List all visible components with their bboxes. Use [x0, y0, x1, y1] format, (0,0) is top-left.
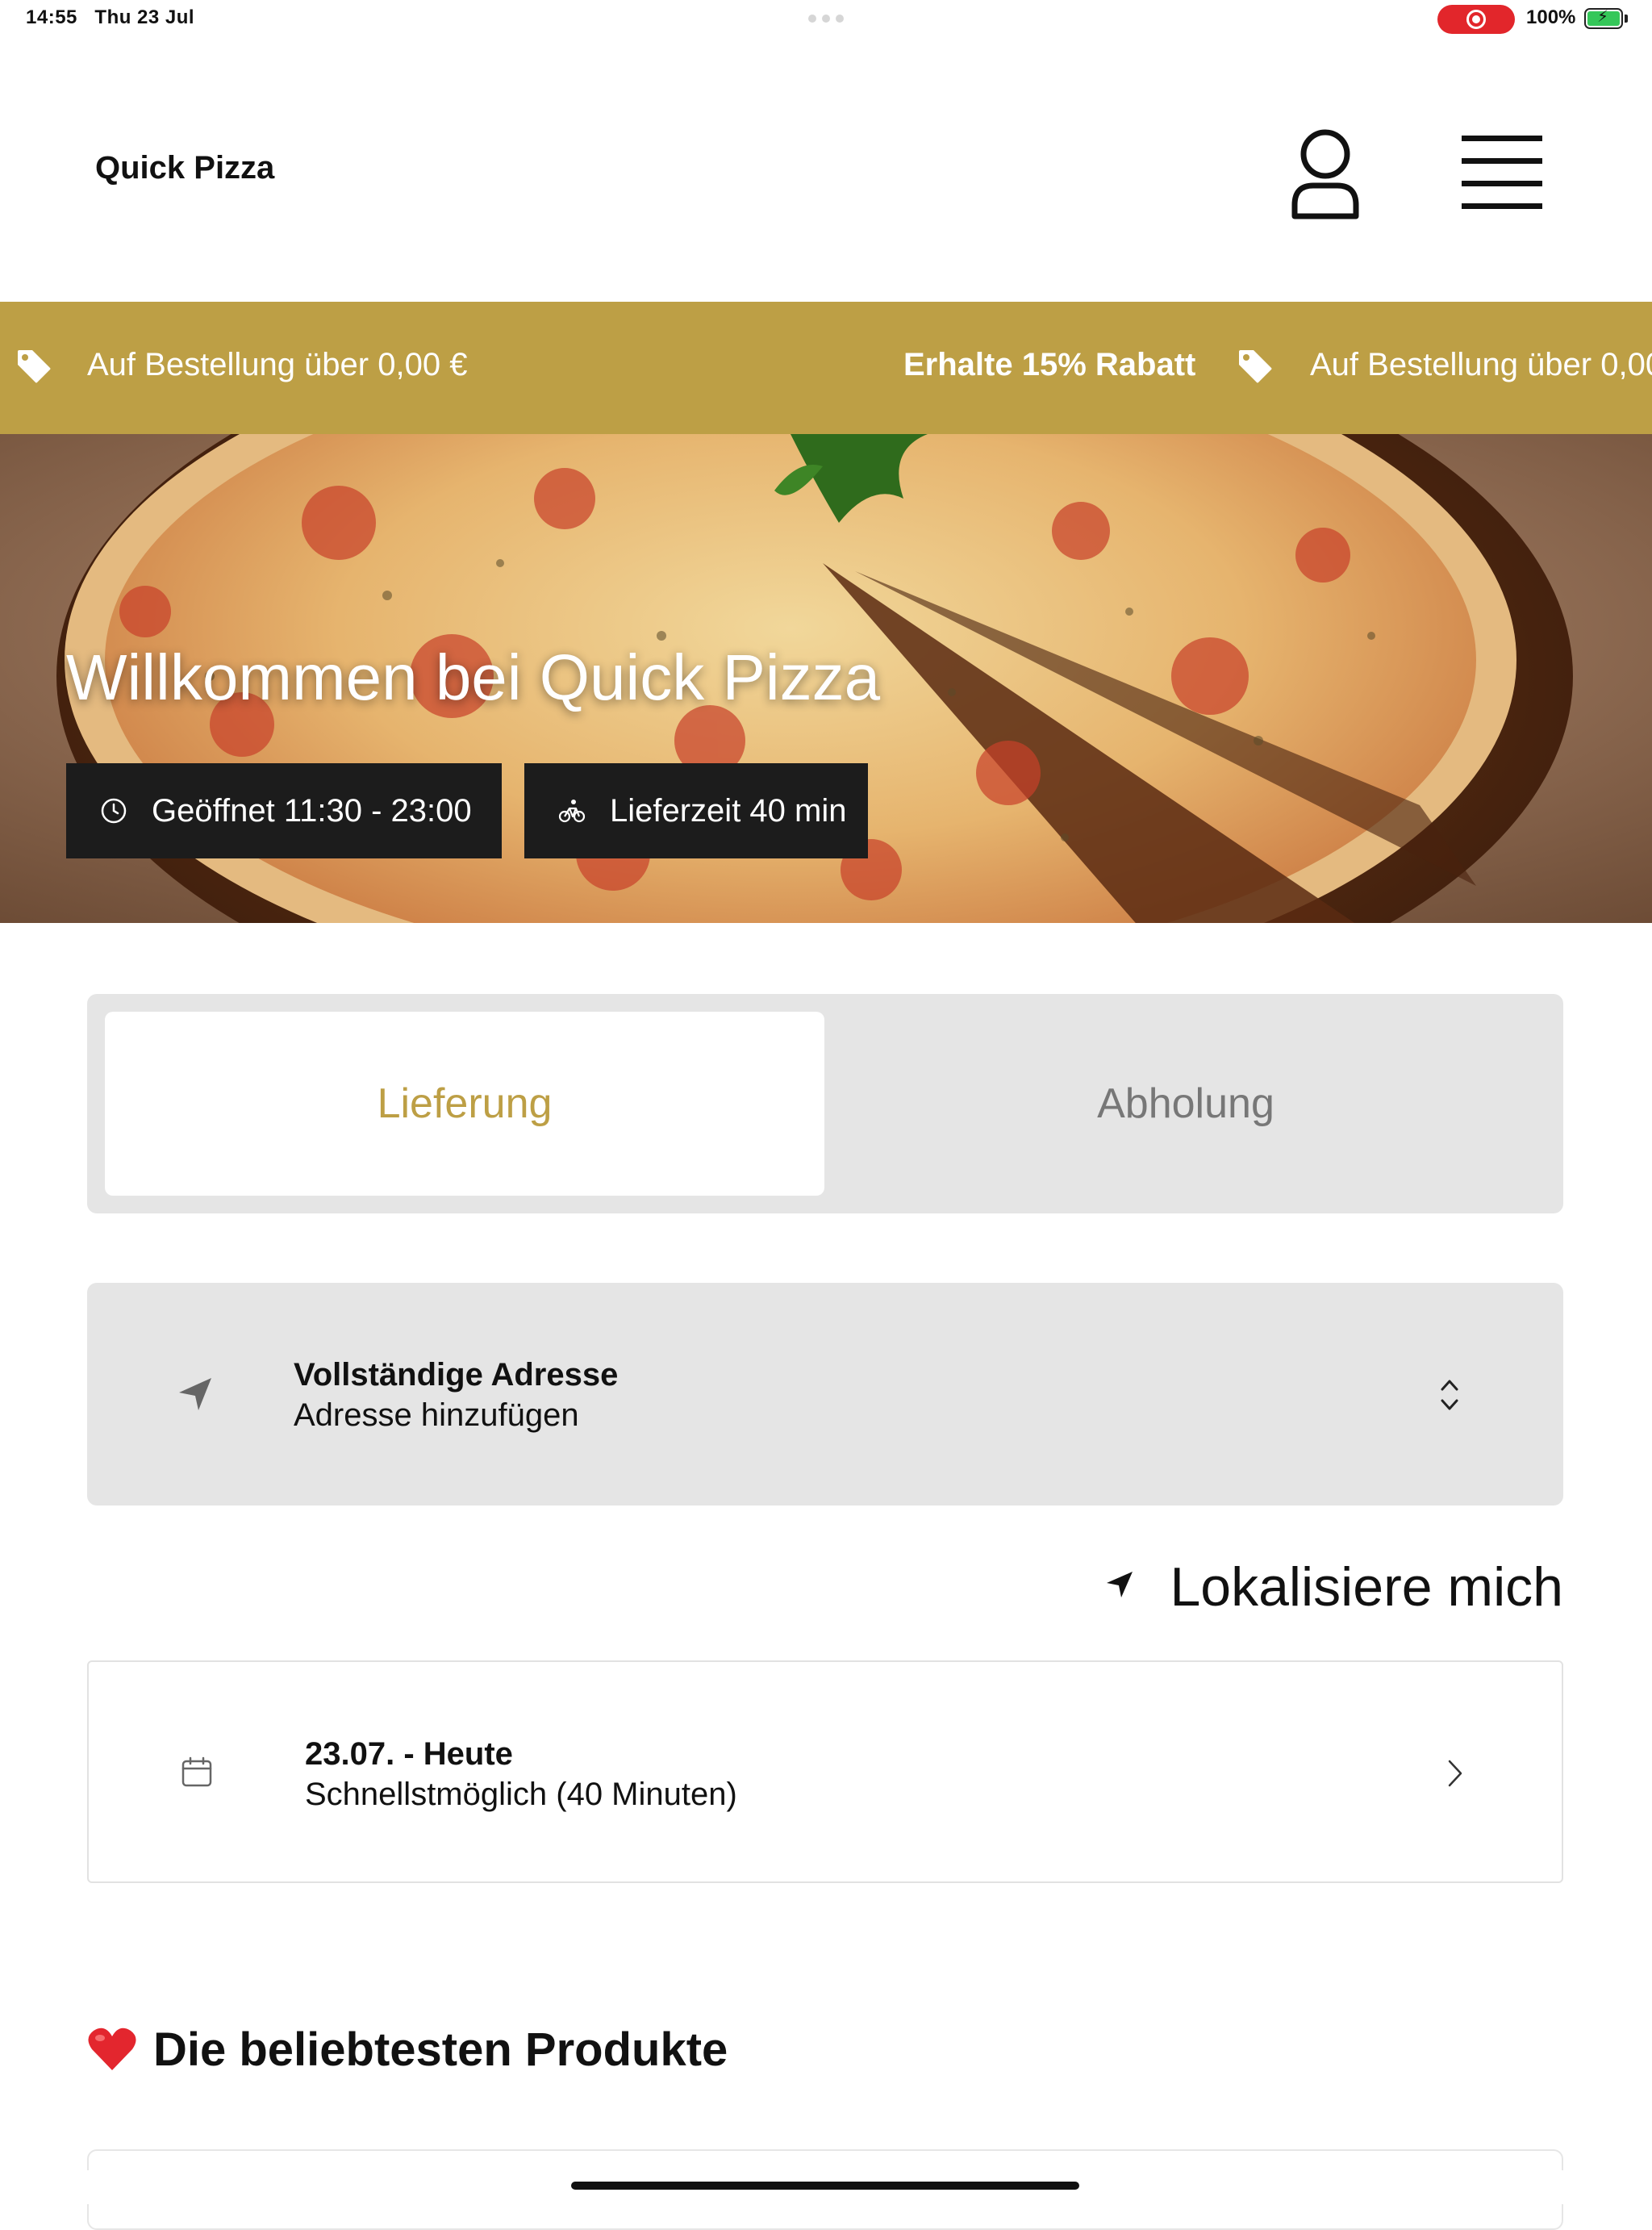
- home-indicator[interactable]: [571, 2182, 1079, 2190]
- address-placeholder: Adresse hinzufügen: [294, 1397, 579, 1433]
- multitasking-dots-icon[interactable]: [808, 15, 844, 23]
- delivery-date: 23.07. - Heute: [305, 1736, 513, 1772]
- locate-me-button[interactable]: Lokalisiere mich: [1105, 1549, 1563, 1622]
- app-header: Quick Pizza: [0, 39, 1652, 302]
- battery-icon: [1584, 6, 1623, 29]
- locate-me-label: Lokalisiere mich: [1170, 1556, 1563, 1618]
- status-bar: 14:55 Thu 23 Jul 100%: [0, 0, 1652, 39]
- delivery-time-text: Lieferzeit 40 min: [610, 792, 847, 829]
- delivery-time-badge: Lieferzeit 40 min: [524, 763, 868, 858]
- battery-percentage: 100%: [1526, 6, 1576, 28]
- hero-banner: Willkommen bei Quick Pizza Geöffnet 11:3…: [0, 434, 1652, 923]
- tag-icon: [1239, 350, 1272, 383]
- status-clock: 14:55: [26, 6, 77, 28]
- clock-icon: [101, 798, 127, 824]
- status-date: Thu 23 Jul: [94, 6, 195, 28]
- promo-banner: Auf Bestellung über 0,00 € Erhalte 15% R…: [0, 302, 1652, 434]
- bicycle-icon: [558, 800, 586, 823]
- delivery-time-option: Schnellstmöglich (40 Minuten): [305, 1777, 737, 1812]
- address-label: Vollständige Adresse: [294, 1357, 619, 1393]
- hero-title: Willkommen bei Quick Pizza: [66, 641, 881, 713]
- location-arrow-icon: [1107, 1572, 1133, 1597]
- status-time: 14:55 Thu 23 Jul: [26, 6, 194, 29]
- popular-products-heading: Die beliebtesten Produkte: [87, 2017, 728, 2082]
- hamburger-menu-icon[interactable]: [1462, 136, 1542, 213]
- calendar-icon: [181, 1756, 212, 1787]
- user-icon[interactable]: [1289, 129, 1362, 219]
- promo-highlight: Erhalte 15% Rabatt: [903, 347, 1196, 382]
- address-selector[interactable]: Vollständige Adresse Adresse hinzufügen: [87, 1283, 1563, 1505]
- order-mode-toggle: Lieferung Abholung: [87, 994, 1563, 1213]
- heart-icon: [88, 2027, 136, 2070]
- chevron-up-down-icon: [1441, 1380, 1458, 1410]
- promo-text: Auf Bestellung über 0,00 €: [87, 347, 468, 382]
- tab-pickup[interactable]: Abholung: [826, 1012, 1546, 1196]
- opening-hours-badge: Geöffnet 11:30 - 23:00: [66, 763, 502, 858]
- tab-delivery[interactable]: Lieferung: [105, 1012, 824, 1196]
- opening-hours-text: Geöffnet 11:30 - 23:00: [152, 792, 472, 829]
- battery-nub: [1625, 15, 1628, 23]
- chevron-right-icon: [1448, 1760, 1462, 1787]
- popular-products-title: Die beliebtesten Produkte: [153, 2023, 728, 2076]
- location-arrow-icon: [179, 1378, 211, 1410]
- promo-text-repeat: Auf Bestellung über 0,00: [1310, 347, 1652, 382]
- delivery-time-selector[interactable]: 23.07. - Heute Schnellstmöglich (40 Minu…: [87, 1660, 1563, 1883]
- screen-recording-icon[interactable]: [1437, 5, 1515, 34]
- brand-title[interactable]: Quick Pizza: [95, 150, 274, 186]
- tag-icon: [18, 350, 51, 383]
